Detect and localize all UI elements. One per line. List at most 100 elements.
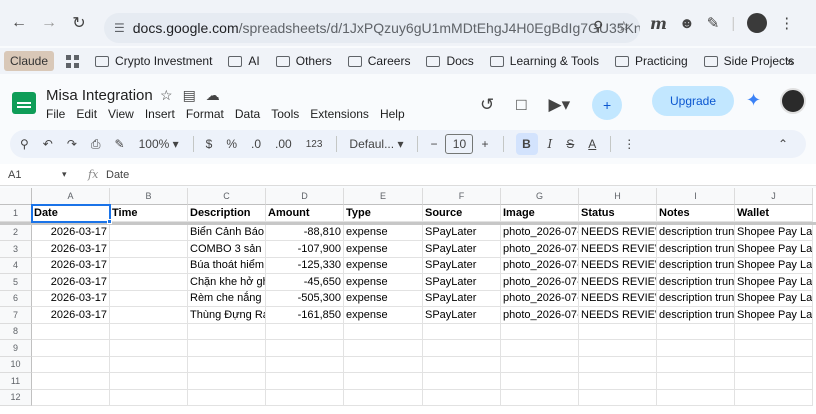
table-cell[interactable]: -505,300 — [266, 290, 344, 307]
bookmark-folder[interactable]: Practicing — [614, 54, 688, 68]
bold-button[interactable]: B — [515, 133, 538, 155]
move-folder-icon[interactable]: ▤ — [183, 87, 196, 104]
meet-icon[interactable]: ▶▾ — [549, 95, 571, 115]
table-cell[interactable]: NEEDS REVIEW — [579, 274, 657, 291]
extension-m-icon[interactable]: m — [650, 14, 667, 33]
table-cell[interactable] — [579, 356, 657, 373]
table-cell[interactable] — [110, 241, 188, 258]
table-cell[interactable]: description trunc — [657, 290, 735, 307]
more-bookmarks-icon[interactable]: » — [786, 53, 794, 69]
table-cell[interactable]: description trunc — [657, 307, 735, 324]
text-color-button[interactable]: A — [588, 137, 596, 151]
column-header[interactable]: G — [501, 188, 579, 205]
table-cell[interactable]: description trunc — [657, 224, 735, 241]
header-cell[interactable]: Image — [501, 205, 579, 222]
header-cell[interactable]: Description — [188, 205, 266, 222]
table-cell[interactable] — [501, 340, 579, 357]
table-cell[interactable] — [266, 340, 344, 357]
menu-format[interactable]: Format — [186, 107, 224, 121]
menu-help[interactable]: Help — [380, 107, 405, 121]
table-cell[interactable] — [501, 389, 579, 406]
table-cell[interactable] — [657, 389, 735, 406]
bookmark-folder[interactable]: Learning & Tools — [489, 54, 599, 68]
currency-format-button[interactable]: $ — [206, 137, 213, 151]
increase-font-size-icon[interactable]: + — [481, 137, 488, 151]
table-cell[interactable] — [735, 340, 813, 357]
table-cell[interactable] — [188, 356, 266, 373]
row-header[interactable]: 9 — [0, 340, 32, 357]
table-cell[interactable]: photo_2026-07-0 — [501, 307, 579, 324]
table-cell[interactable]: description trunc — [657, 241, 735, 258]
table-cell[interactable] — [344, 373, 423, 390]
table-cell[interactable]: 2026-03-17 — [32, 257, 110, 274]
table-cell[interactable] — [110, 340, 188, 357]
table-cell[interactable] — [501, 356, 579, 373]
row-header[interactable]: 8 — [0, 323, 32, 340]
star-icon[interactable]: ☆ — [160, 87, 173, 104]
row-header[interactable]: 6 — [0, 290, 32, 307]
table-cell[interactable] — [344, 340, 423, 357]
table-cell[interactable]: Shopee Pay Lat — [735, 307, 813, 324]
table-cell[interactable] — [110, 224, 188, 241]
table-cell[interactable]: Biển Cảnh Báo N — [188, 224, 266, 241]
table-cell[interactable] — [32, 340, 110, 357]
table-cell[interactable]: NEEDS REVIEW — [579, 241, 657, 258]
table-cell[interactable]: Shopee Pay Lat — [735, 224, 813, 241]
table-cell[interactable]: 2026-03-17 — [32, 274, 110, 291]
search-menus-icon[interactable]: ⚲ — [20, 137, 29, 151]
bookmark-folder[interactable]: AI — [228, 54, 260, 68]
menu-edit[interactable]: Edit — [76, 107, 97, 121]
table-cell[interactable]: Thùng Đựng Rác — [188, 307, 266, 324]
more-options-icon[interactable]: ⋮ — [623, 137, 635, 151]
table-cell[interactable] — [579, 389, 657, 406]
name-box[interactable]: A1 — [8, 169, 21, 181]
address-bar[interactable]: ☰ docs.google.com/spreadsheets/d/1JxPQzu… — [104, 13, 640, 43]
comment-icon[interactable]: □ — [516, 95, 526, 115]
table-cell[interactable]: COMBO 3 sản p — [188, 241, 266, 258]
table-cell[interactable] — [344, 323, 423, 340]
table-cell[interactable] — [110, 356, 188, 373]
table-cell[interactable] — [110, 373, 188, 390]
table-cell[interactable]: Chặn khe hở ghế — [188, 274, 266, 291]
table-cell[interactable] — [32, 323, 110, 340]
table-cell[interactable]: -45,650 — [266, 274, 344, 291]
table-cell[interactable] — [188, 373, 266, 390]
table-cell[interactable] — [735, 389, 813, 406]
table-cell[interactable] — [423, 356, 501, 373]
menu-extensions[interactable]: Extensions — [310, 107, 369, 121]
bookmark-folder[interactable]: Docs — [426, 54, 474, 68]
profile-avatar[interactable] — [747, 13, 768, 33]
table-cell[interactable] — [657, 373, 735, 390]
freeze-divider[interactable] — [0, 221, 816, 225]
table-cell[interactable]: expense — [344, 257, 423, 274]
table-cell[interactable]: SPayLater — [423, 257, 501, 274]
table-cell[interactable]: 2026-03-17 — [32, 224, 110, 241]
tune-icon[interactable]: ☰ — [114, 19, 125, 37]
header-cell[interactable]: Date — [32, 205, 110, 222]
extension-avatar-icon[interactable]: ☻ — [679, 15, 695, 32]
table-cell[interactable]: -88,810 — [266, 224, 344, 241]
table-cell[interactable] — [423, 323, 501, 340]
collapse-toolbar-icon[interactable]: ⌃ — [778, 137, 788, 151]
table-cell[interactable]: -161,850 — [266, 307, 344, 324]
table-cell[interactable] — [735, 373, 813, 390]
upgrade-button[interactable]: Upgrade — [652, 86, 734, 116]
column-header[interactable]: E — [344, 188, 423, 205]
table-cell[interactable]: expense — [344, 224, 423, 241]
header-cell[interactable]: Notes — [657, 205, 735, 222]
table-cell[interactable]: SPayLater — [423, 224, 501, 241]
search-icon[interactable]: ⚲ — [593, 18, 603, 35]
table-cell[interactable] — [657, 323, 735, 340]
table-cell[interactable] — [657, 356, 735, 373]
table-cell[interactable] — [735, 323, 813, 340]
column-header[interactable]: J — [735, 188, 813, 205]
puzzle-icon[interactable]: ✎ — [707, 14, 720, 32]
row-header[interactable]: 7 — [0, 307, 32, 324]
column-header[interactable]: A — [32, 188, 110, 205]
table-cell[interactable]: Shopee Pay Lat — [735, 257, 813, 274]
bookmark-claude[interactable]: Claude — [4, 51, 55, 71]
gemini-icon[interactable]: ✦ — [746, 90, 761, 111]
table-cell[interactable] — [110, 274, 188, 291]
table-cell[interactable] — [32, 389, 110, 406]
refresh-icon[interactable]: ↻ — [64, 8, 94, 38]
